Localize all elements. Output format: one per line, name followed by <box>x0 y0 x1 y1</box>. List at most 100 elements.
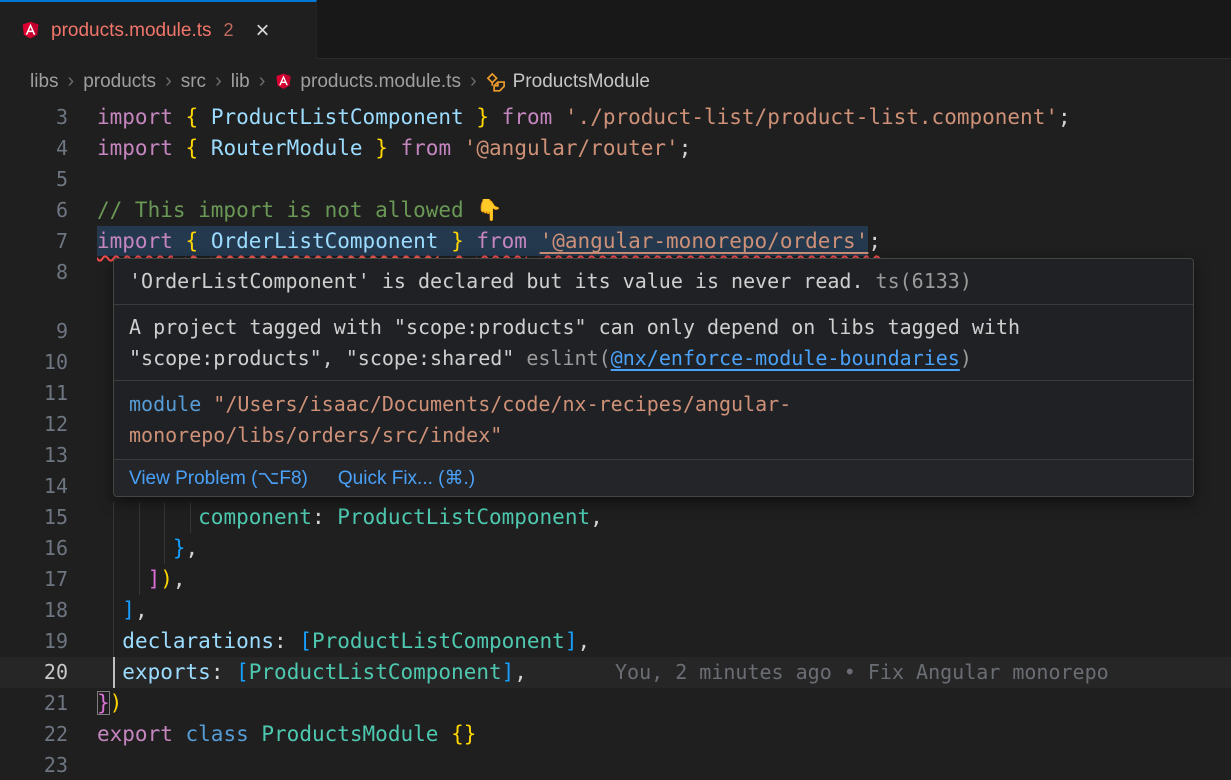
hover-action-bar: View Problem (⌥F8) Quick Fix... (⌘.) <box>114 460 1193 497</box>
token <box>489 105 502 129</box>
vscode-window: products.module.ts 2 × libs›products›src… <box>0 0 1231 780</box>
token <box>97 567 148 591</box>
token <box>451 136 464 160</box>
code-line-6[interactable]: 6 // This import is not allowed 👇 <box>0 195 1231 226</box>
token: ; <box>868 229 881 253</box>
token: exports <box>122 660 211 684</box>
line-number[interactable]: 7 <box>0 226 68 257</box>
token: import <box>97 136 173 160</box>
code-line-5[interactable]: 5 <box>0 164 1231 195</box>
line-number[interactable]: 19 <box>0 626 68 657</box>
token: ) <box>110 691 123 715</box>
code-line-21[interactable]: 21}) <box>0 688 1231 719</box>
module-path-line1: "/Users/isaac/Documents/code/nx-recipes/… <box>201 392 791 416</box>
line-number[interactable]: 18 <box>0 595 68 626</box>
token <box>173 105 186 129</box>
code-line-18[interactable]: 18 ], <box>0 595 1231 626</box>
hover-eslint-diagnostic: A project tagged with "scope:products" c… <box>114 305 1193 381</box>
line-number[interactable]: 14 <box>0 471 68 502</box>
token: : <box>312 505 337 529</box>
eslint-rule-link[interactable]: @nx/enforce-module-boundaries <box>611 346 960 370</box>
code-text: ], <box>97 595 148 626</box>
token: ProductListComponent <box>249 660 502 684</box>
line-number[interactable]: 15 <box>0 502 68 533</box>
code-line-15[interactable]: 15 component: ProductListComponent, <box>0 502 1231 533</box>
line-number[interactable]: 23 <box>0 750 68 780</box>
line-number[interactable]: 10 <box>0 347 68 378</box>
line-number[interactable]: 5 <box>0 164 68 195</box>
hover-module-path: module "/Users/isaac/Documents/code/nx-r… <box>114 381 1193 460</box>
token: } <box>451 229 464 253</box>
line-number[interactable]: 9 <box>0 316 68 347</box>
class-symbol-icon <box>486 72 506 92</box>
line-number[interactable]: 12 <box>0 409 68 440</box>
token <box>438 229 451 253</box>
code-line-3[interactable]: 3 import { ProductListComponent } from '.… <box>0 102 1231 133</box>
token: ; <box>679 136 692 160</box>
quick-fix-action[interactable]: Quick Fix... (⌘.) <box>338 463 475 494</box>
line-number[interactable]: 17 <box>0 564 68 595</box>
token: , <box>135 598 148 622</box>
code-text: import { ProductListComponent } from './… <box>97 102 1071 133</box>
breadcrumb-item-products[interactable]: products <box>83 71 156 93</box>
token: component <box>198 505 312 529</box>
breadcrumb-label: products <box>83 71 156 93</box>
code-line-23[interactable]: 23 <box>0 750 1231 780</box>
line-number[interactable]: 11 <box>0 378 68 409</box>
breadcrumb-item-products-module-ts[interactable]: products.module.ts <box>274 71 461 93</box>
code-line-19[interactable]: 19 declarations: [ProductListComponent], <box>0 626 1231 657</box>
token <box>198 229 211 253</box>
breadcrumb-item-libs[interactable]: libs <box>30 71 59 93</box>
token: './product-list/product-list.component' <box>565 105 1058 129</box>
token: : <box>211 660 236 684</box>
tab-bar: products.module.ts 2 × <box>0 0 1231 59</box>
line-number[interactable]: 22 <box>0 719 68 750</box>
line-number[interactable]: 16 <box>0 533 68 564</box>
token: ProductListComponent <box>312 629 565 653</box>
code-line-17[interactable]: 17 ]), <box>0 564 1231 595</box>
token: , <box>590 505 603 529</box>
code-text: // This import is not allowed 👇 <box>97 195 502 226</box>
tab-products-module[interactable]: products.module.ts 2 × <box>0 0 317 59</box>
token: ] <box>122 598 135 622</box>
line-number[interactable]: 4 <box>0 133 68 164</box>
breadcrumb-label: lib <box>231 71 250 93</box>
code-text: ]), <box>97 564 186 595</box>
eslint-source-close: ) <box>960 346 972 370</box>
token: , <box>514 660 527 684</box>
token: , <box>578 629 591 653</box>
breadcrumb-item-productsmodule[interactable]: ProductsModule <box>486 71 650 93</box>
code-line-22[interactable]: 22export class ProductsModule {} <box>0 719 1231 750</box>
token: , <box>186 536 199 560</box>
code-line-7[interactable]: 7import { OrderListComponent } from '@an… <box>0 226 1231 257</box>
code-line-16[interactable]: 16 }, <box>0 533 1231 564</box>
token: class <box>186 722 249 746</box>
angular-icon <box>274 72 293 92</box>
token: ProductsModule <box>261 722 438 746</box>
close-icon[interactable]: × <box>256 19 270 43</box>
ts-error-message: 'OrderListComponent' is declared but its… <box>129 269 864 293</box>
code-text: exports: [ProductListComponent], <box>97 657 527 688</box>
token <box>198 105 211 129</box>
token <box>527 229 540 253</box>
angular-icon <box>20 20 41 42</box>
token: { <box>186 105 199 129</box>
token: import <box>97 105 173 129</box>
git-blame-annotation: You, 2 minutes ago • Fix Angular monorep… <box>615 657 1109 688</box>
view-problem-action[interactable]: View Problem (⌥F8) <box>129 463 308 494</box>
token <box>438 722 451 746</box>
line-number[interactable]: 21 <box>0 688 68 719</box>
hover-ts-diagnostic: 'OrderListComponent' is declared but its… <box>114 259 1193 305</box>
line-number[interactable]: 20 <box>0 657 68 688</box>
line-number[interactable]: 6 <box>0 195 68 226</box>
token: { <box>186 229 199 253</box>
line-number[interactable]: 8 <box>0 257 68 288</box>
code-line-20[interactable]: 20 exports: [ProductListComponent], You, … <box>0 657 1231 688</box>
breadcrumb-item-lib[interactable]: lib <box>231 71 250 93</box>
breadcrumb-item-src[interactable]: src <box>181 71 206 93</box>
line-number[interactable]: 13 <box>0 440 68 471</box>
module-specifier-link[interactable]: '@angular-monorepo/orders' <box>540 229 869 253</box>
token <box>388 136 401 160</box>
code-line-4[interactable]: 4import { RouterModule } from '@angular/… <box>0 133 1231 164</box>
line-number[interactable]: 3 <box>0 102 68 133</box>
